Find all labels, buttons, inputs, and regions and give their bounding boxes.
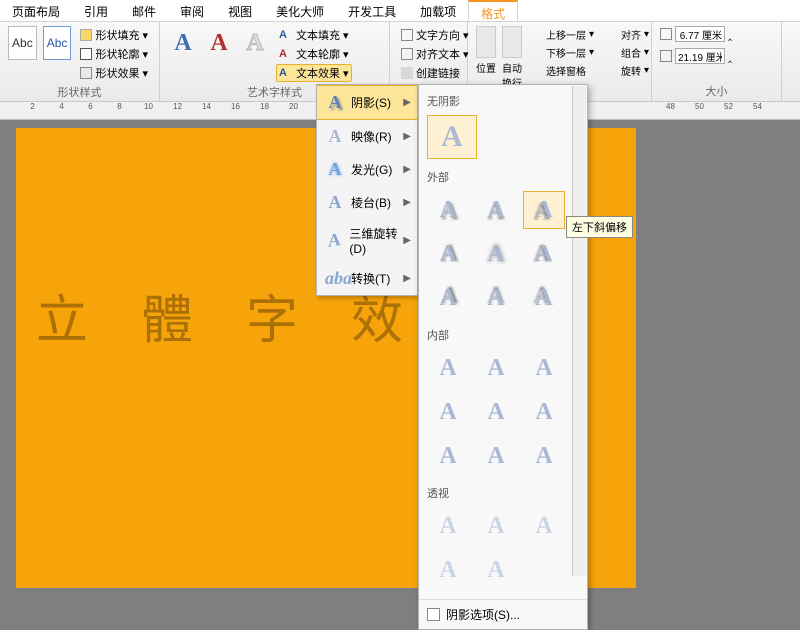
align2-icon — [606, 29, 618, 41]
shape-outline[interactable]: 形状轮廓 ▾ — [77, 45, 151, 63]
group-btn[interactable]: 组合 ▾ — [603, 44, 652, 61]
wrap-icon[interactable] — [502, 26, 522, 58]
tab-review[interactable]: 审阅 — [168, 0, 216, 21]
shadow-persp-2[interactable]: A — [475, 507, 517, 545]
group-label-size: 大小 — [660, 81, 773, 99]
height-input[interactable] — [675, 26, 725, 42]
group-icon — [606, 47, 618, 59]
tab-layout[interactable]: 页面布局 — [0, 0, 72, 21]
ribbon-tabs: 页面布局 引用 邮件 审阅 视图 美化大师 开发工具 加载项 格式 — [0, 0, 800, 22]
shape-fill[interactable]: 形状填充 ▾ — [77, 26, 151, 44]
shadow-inner-3[interactable]: A — [523, 349, 565, 387]
fx-transform[interactable]: aba转换(T)▶ — [317, 262, 417, 295]
text-outline[interactable]: A 文本轮廓 ▾ — [276, 45, 352, 63]
rotate-icon — [606, 65, 618, 77]
wordart-style-2[interactable]: A — [204, 26, 234, 60]
pane-icon — [531, 65, 543, 77]
fwd-icon — [531, 29, 543, 41]
shadow-persp-4[interactable]: A — [427, 551, 469, 589]
tab-dev[interactable]: 开发工具 — [336, 0, 408, 21]
shadow-inner-7[interactable]: A — [427, 437, 469, 475]
bucket-icon — [80, 29, 92, 41]
position-icon[interactable] — [476, 26, 496, 58]
shadow-inner-5[interactable]: A — [475, 393, 517, 431]
shadow-outer-1[interactable]: A — [427, 191, 469, 229]
bwd-icon — [531, 47, 543, 59]
shadow-none[interactable]: A — [427, 115, 477, 159]
checkbox-icon — [427, 608, 440, 621]
text-fill[interactable]: A 文本填充 ▾ — [276, 26, 352, 44]
shadow-outer-7[interactable]: A — [427, 279, 469, 317]
text-effects-menu: A阴影(S)▶ A映像(R)▶ A发光(G)▶ A棱台(B)▶ A三维旋转(D)… — [316, 84, 418, 296]
bring-forward[interactable]: 上移一层 ▾ — [528, 26, 597, 43]
fx-bevel[interactable]: A棱台(B)▶ — [317, 186, 417, 219]
shape-style-1[interactable]: Abc — [8, 26, 37, 60]
chevron-right-icon: ▶ — [403, 97, 411, 108]
tab-view[interactable]: 视图 — [216, 0, 264, 21]
shadow-outer-3[interactable]: A — [523, 191, 565, 229]
shadow-inner-9[interactable]: A — [523, 437, 565, 475]
textdir-icon — [401, 29, 413, 41]
align-btn[interactable]: 对齐 ▾ — [603, 26, 652, 43]
scrollbar[interactable] — [572, 86, 586, 576]
send-backward[interactable]: 下移一层 ▾ — [528, 44, 597, 61]
shadow-inner-8[interactable]: A — [475, 437, 517, 475]
shadow-inner-4[interactable]: A — [427, 393, 469, 431]
wordart-style-3[interactable]: A — [240, 26, 270, 60]
fx-shadow[interactable]: A阴影(S)▶ — [317, 85, 417, 120]
shadow-inner-1[interactable]: A — [427, 349, 469, 387]
section-inner: 内部 — [427, 323, 579, 347]
fx-glow[interactable]: A发光(G)▶ — [317, 153, 417, 186]
shadow-persp-3[interactable]: A — [523, 507, 565, 545]
shadow-gallery: 无阴影 A 外部 A A A A A A A A A 内部 A A A A A … — [418, 84, 588, 630]
shadow-outer-2[interactable]: A — [475, 191, 517, 229]
section-perspective: 透视 — [427, 481, 579, 505]
tab-references[interactable]: 引用 — [72, 0, 120, 21]
height-icon — [660, 28, 672, 40]
align-text[interactable]: 对齐文本 ▾ — [398, 45, 472, 63]
tab-addins[interactable]: 加载项 — [408, 0, 468, 21]
shadow-outer-8[interactable]: A — [475, 279, 517, 317]
text-effects[interactable]: A 文本效果 ▾ — [276, 64, 352, 82]
wordart-style-1[interactable]: A — [168, 26, 198, 60]
pen-icon — [80, 48, 92, 60]
shadow-outer-4[interactable]: A — [427, 235, 469, 273]
fx-3drotate[interactable]: A三维旋转(D)▶ — [317, 219, 417, 262]
tab-mail[interactable]: 邮件 — [120, 0, 168, 21]
shape-effects[interactable]: 形状效果 ▾ — [77, 64, 151, 82]
width-input[interactable] — [675, 48, 725, 64]
text-direction[interactable]: 文字方向 ▾ — [398, 26, 472, 44]
shadow-outer-9[interactable]: A — [523, 279, 565, 317]
shadow-outer-6[interactable]: A — [523, 235, 565, 273]
tab-beautify[interactable]: 美化大师 — [264, 0, 336, 21]
shape-style-2[interactable]: Abc — [43, 26, 72, 60]
tooltip: 左下斜偏移 — [566, 216, 633, 238]
shadow-persp-1[interactable]: A — [427, 507, 469, 545]
shadow-persp-5[interactable]: A — [475, 551, 517, 589]
create-link[interactable]: 创建链接 — [398, 64, 472, 82]
group-label-shapestyle: 形状样式 — [8, 82, 151, 100]
fx-reflection[interactable]: A映像(R)▶ — [317, 120, 417, 153]
selection-pane[interactable]: 选择窗格 — [528, 62, 597, 79]
section-no-shadow: 无阴影 — [427, 89, 579, 113]
section-outer: 外部 — [427, 165, 579, 189]
width-icon — [660, 50, 672, 62]
shadow-inner-6[interactable]: A — [523, 393, 565, 431]
shadow-outer-5[interactable]: A — [475, 235, 517, 273]
shadow-options[interactable]: 阴影选项(S)... — [419, 599, 587, 629]
link-icon — [401, 67, 413, 79]
align-icon — [401, 48, 413, 60]
rotate-btn[interactable]: 旋转 ▾ — [603, 62, 652, 79]
shadow-inner-2[interactable]: A — [475, 349, 517, 387]
effect-icon — [80, 67, 92, 79]
tab-format[interactable]: 格式 — [468, 0, 518, 21]
